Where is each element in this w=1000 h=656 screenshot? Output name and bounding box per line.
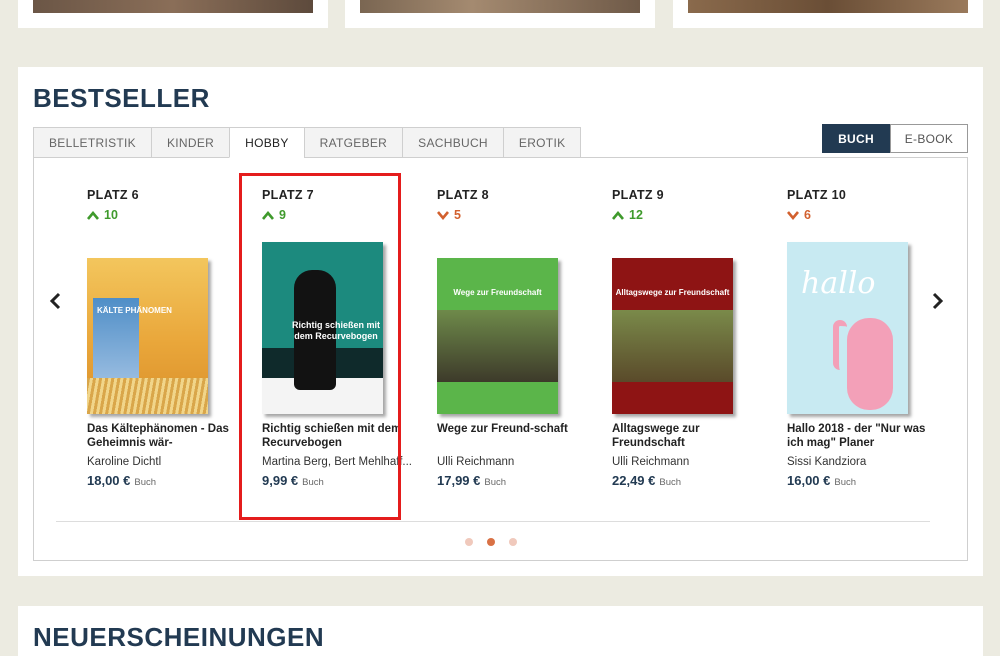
chevron-left-icon[interactable]: [49, 290, 61, 316]
rank-change-value: 10: [104, 208, 118, 222]
rank-change: 12: [612, 208, 767, 222]
top-teaser-card-1[interactable]: [18, 0, 328, 28]
book-item[interactable]: PLATZ 6 10 KÄLTE PHÄNOMEN Das Kältephäno…: [87, 188, 242, 488]
tab-erotik[interactable]: EROTIK: [502, 127, 582, 158]
book-price: 16,00 €: [787, 473, 831, 488]
pagination-dot[interactable]: [465, 538, 473, 546]
book-price: 17,99 €: [437, 473, 481, 488]
book-price: 22,49 €: [612, 473, 656, 488]
arrow-down-icon: [787, 210, 799, 220]
rank-change: 5: [437, 208, 592, 222]
book-title[interactable]: Wege zur Freund-schaft: [437, 422, 592, 450]
top-teaser-card-3[interactable]: [673, 0, 983, 28]
book-format: Buch: [134, 477, 157, 488]
cover-text: Wege zur Freundschaft: [453, 288, 542, 297]
rank-label: PLATZ 8: [437, 188, 489, 202]
pagination-dot-active[interactable]: [487, 538, 495, 546]
rank-label: PLATZ 6: [87, 188, 139, 202]
book-author[interactable]: Karoline Dichtl: [87, 455, 242, 469]
divider: [56, 521, 930, 522]
book-cover[interactable]: KÄLTE PHÄNOMEN: [87, 258, 208, 414]
tab-sachbuch[interactable]: SACHBUCH: [402, 127, 503, 158]
cover-text: Alltagswege zur Freundschaft: [615, 288, 730, 297]
rank-change: 10: [87, 208, 242, 222]
arrow-down-icon: [437, 210, 449, 220]
book-title[interactable]: Hallo 2018 - der "Nur was ich mag" Plane…: [787, 422, 942, 450]
bestseller-carousel: PLATZ 6 10 KÄLTE PHÄNOMEN Das Kältephäno…: [33, 157, 968, 561]
arrow-up-icon: [612, 210, 624, 220]
book-cover[interactable]: hallo: [787, 242, 908, 414]
cover-text: KÄLTE PHÄNOMEN: [97, 306, 172, 315]
neuerscheinungen-title: NEUERSCHEINUNGEN: [33, 622, 325, 652]
book-format: Buch: [484, 477, 507, 488]
book-cover[interactable]: Alltagswege zur Freundschaft: [612, 258, 733, 414]
book-item[interactable]: PLATZ 8 5 Wege zur Freundschaft Wege zur…: [437, 188, 592, 488]
rank-change: 6: [787, 208, 942, 222]
book-author[interactable]: Ulli Reichmann: [437, 455, 592, 469]
rank-label: PLATZ 9: [612, 188, 664, 202]
bestseller-title: BESTSELLER: [33, 83, 210, 113]
teaser-image: [688, 0, 968, 13]
tab-ratgeber[interactable]: RATGEBER: [303, 127, 403, 158]
rank-change-value: 5: [454, 208, 461, 222]
top-teaser-card-2[interactable]: [345, 0, 655, 28]
book-author[interactable]: Ulli Reichmann: [612, 455, 767, 469]
neuerscheinungen-panel: NEUERSCHEINUNGEN: [18, 606, 983, 656]
tab-belletristik[interactable]: BELLETRISTIK: [33, 127, 151, 158]
rank-change-value: 12: [629, 208, 643, 222]
tab-hobby[interactable]: HOBBY: [229, 127, 304, 158]
tab-kinder[interactable]: KINDER: [150, 127, 230, 158]
highlight-box: [239, 173, 401, 520]
book-item[interactable]: PLATZ 9 12 Alltagswege zur Freundschaft …: [612, 188, 767, 488]
cover-text: hallo: [801, 266, 876, 301]
teaser-image: [33, 0, 313, 13]
carousel-pagination: [465, 538, 517, 546]
arrow-up-icon: [87, 210, 99, 220]
book-cover[interactable]: Wege zur Freundschaft: [437, 258, 558, 414]
book-price: 18,00 €: [87, 473, 131, 488]
teaser-image: [360, 0, 640, 13]
buch-button[interactable]: BUCH: [822, 124, 890, 153]
book-item[interactable]: PLATZ 10 6 hallo Hallo 2018 - der "Nur w…: [787, 188, 942, 488]
book-format: Buch: [834, 477, 857, 488]
pagination-dot[interactable]: [509, 538, 517, 546]
format-toggle: BUCH E-BOOK: [822, 124, 968, 153]
ebook-button[interactable]: E-BOOK: [890, 124, 968, 153]
bestseller-panel: BESTSELLER BELLETRISTIK KINDER HOBBY RAT…: [18, 67, 983, 576]
book-author[interactable]: Sissi Kandziora: [787, 455, 942, 469]
category-tabs: BELLETRISTIK KINDER HOBBY RATGEBER SACHB…: [33, 127, 582, 158]
rank-change-value: 6: [804, 208, 811, 222]
book-title[interactable]: Alltagswege zur Freundschaft: [612, 422, 767, 450]
book-title[interactable]: Das Kältephänomen - Das Geheimnis wär-: [87, 422, 242, 450]
rank-label: PLATZ 10: [787, 188, 847, 202]
book-format: Buch: [659, 477, 682, 488]
